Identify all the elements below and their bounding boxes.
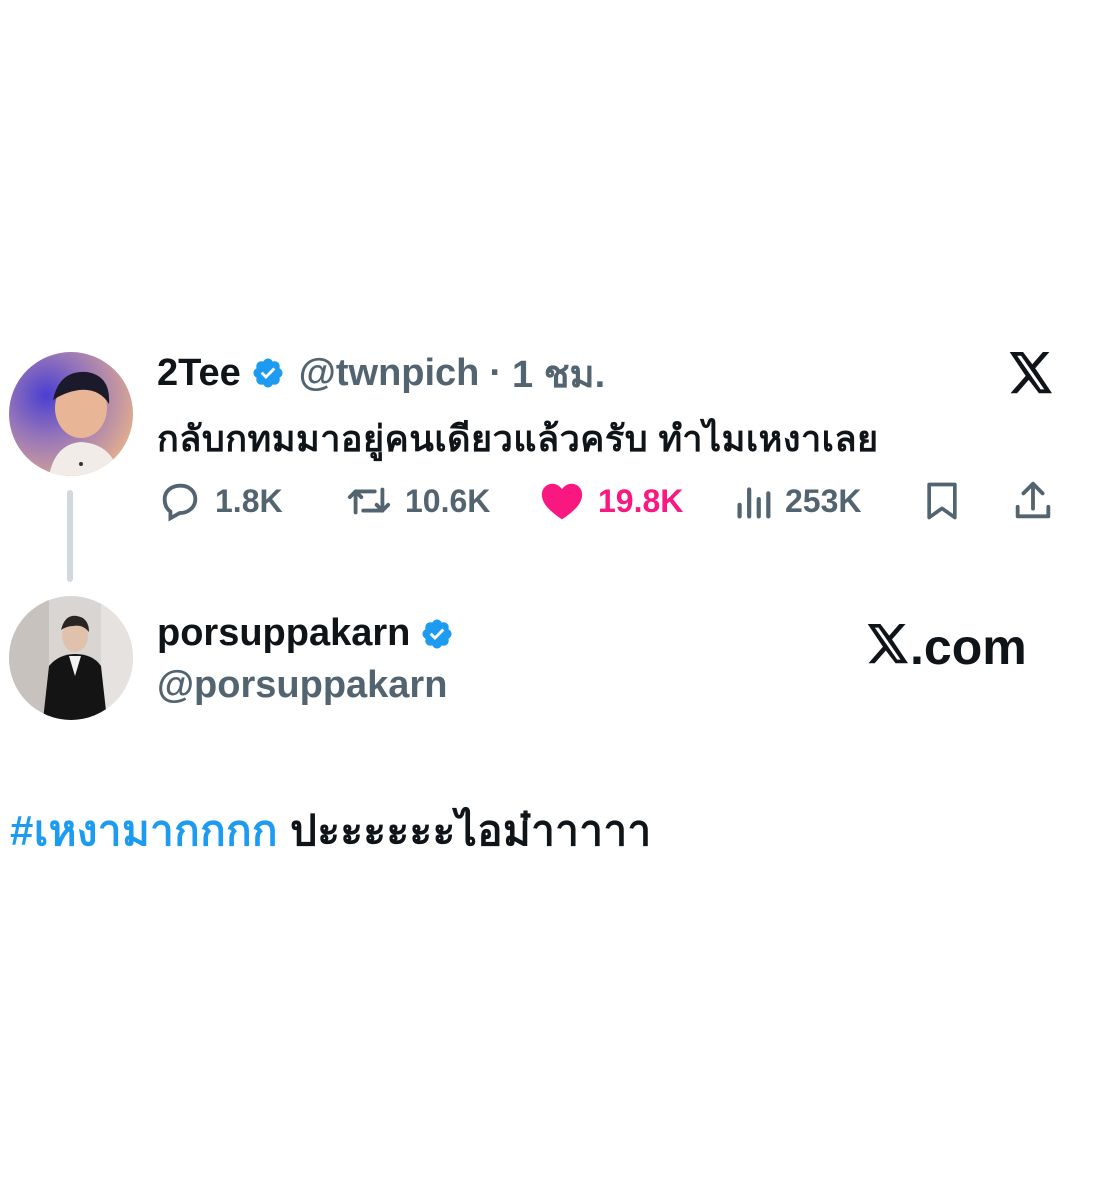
handle[interactable]: @twnpich — [299, 352, 480, 395]
reply-display-name[interactable]: porsuppakarn — [157, 612, 410, 655]
display-name[interactable]: 2Tee — [157, 352, 241, 395]
caption-text: ปะะะะะะไอม๋าาาาา — [290, 807, 652, 854]
reply-author-name-row: porsuppakarn — [157, 612, 454, 655]
reply-handle[interactable]: @porsuppakarn — [157, 664, 447, 707]
repost-icon — [345, 478, 393, 524]
avatar-porsuppakarn[interactable] — [9, 596, 133, 720]
dot-separator: · — [489, 351, 503, 394]
repost-button[interactable]: 10.6K — [345, 478, 490, 524]
x-com-watermark: .com — [866, 618, 1027, 676]
repost-count: 10.6K — [405, 482, 491, 519]
timestamp[interactable]: 1 ชม. — [512, 343, 605, 404]
tweet-text: กลับกทมมาอยู่คนเดียวแล้วครับ ทำไมเหงาเลย — [157, 418, 879, 459]
share-icon — [1010, 481, 1056, 528]
heart-icon — [538, 478, 586, 524]
verified-badge-icon — [251, 356, 285, 390]
x-logo-icon — [866, 618, 910, 676]
verified-badge-icon — [420, 617, 454, 651]
share-button[interactable] — [1010, 478, 1056, 529]
x-logo-icon[interactable] — [1008, 352, 1054, 399]
views-icon — [733, 478, 773, 524]
like-button[interactable]: 19.8K — [538, 478, 683, 524]
thread-connector-line — [67, 490, 73, 582]
bookmark-icon — [920, 482, 964, 528]
caption: #เหงามากกกก ปะะะะะะไอม๋าาาาา — [10, 798, 652, 864]
views-count: 253K — [785, 482, 862, 519]
bookmark-button[interactable] — [920, 478, 964, 529]
reply-count: 1.8K — [215, 482, 283, 519]
reply-icon — [157, 478, 203, 524]
tweet-header: 2Tee @twnpich · 1 ชม. — [157, 350, 605, 396]
watermark-text: .com — [910, 619, 1027, 675]
reply-button[interactable]: 1.8K — [157, 478, 283, 524]
views-button[interactable]: 253K — [733, 478, 862, 524]
avatar-twnpich[interactable] — [9, 352, 133, 476]
hashtag-link[interactable]: #เหงามากกกก — [10, 807, 278, 854]
like-count: 19.8K — [598, 482, 684, 519]
